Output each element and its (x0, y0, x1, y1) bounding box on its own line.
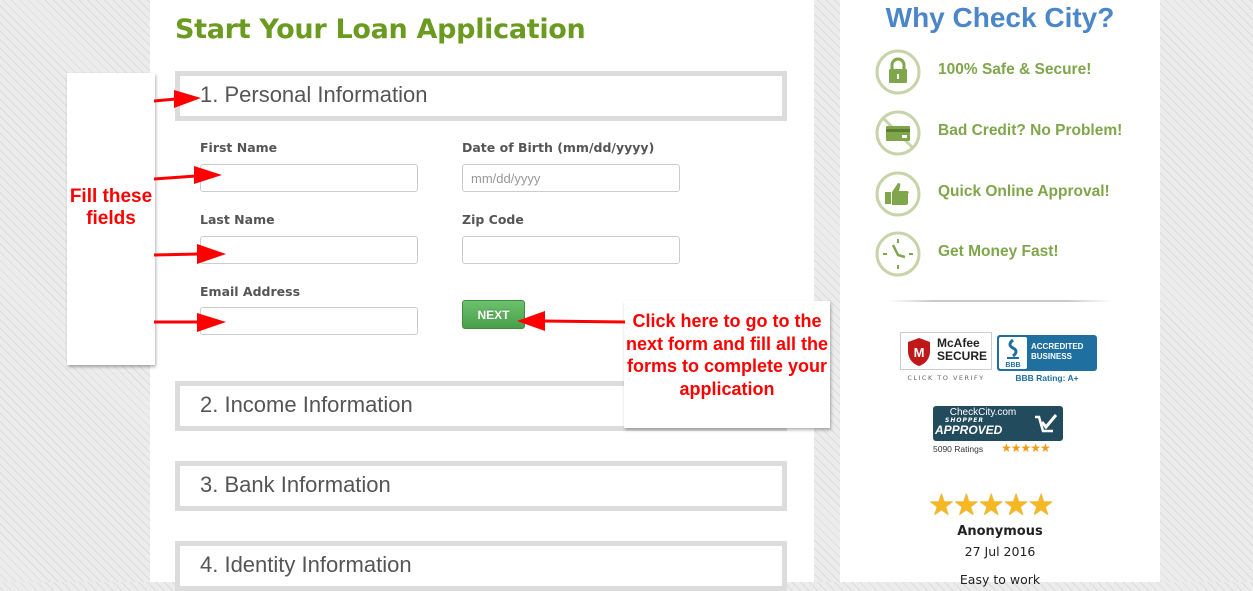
section-identity-information[interactable]: 4. Identity Information (175, 541, 787, 591)
shopper-ratings-count: 5090 Ratings (933, 444, 984, 454)
shopper-approved-badge[interactable]: CheckCity.com SHOPPER APPROVED 5090 Rati… (933, 406, 1063, 458)
mcafee-shield-icon: M (908, 338, 930, 366)
shopper-main: APPROVED (935, 423, 1003, 437)
why-check-city-sidebar: Why Check City? 100% Safe & Secure! Bad … (840, 0, 1160, 587)
dob-input[interactable] (462, 164, 680, 192)
feature-label: Get Money Fast! (938, 243, 1059, 260)
first-name-input[interactable] (200, 164, 418, 192)
zip-code-label: Zip Code (462, 212, 524, 227)
application-panel: Start Your Loan Application 1. Personal … (150, 0, 814, 591)
last-name-label: Last Name (200, 212, 275, 227)
credit-card-icon (875, 110, 921, 156)
email-input[interactable] (200, 307, 418, 335)
section-personal-information[interactable]: 1. Personal Information (175, 71, 787, 121)
mcafee-name: McAfee SECURE (937, 336, 988, 363)
review-stars: ★★★★★ (928, 488, 1054, 523)
lock-icon (875, 49, 921, 95)
mcafee-secure-badge[interactable]: M McAfee SECURE CLICK TO VERIFY (900, 332, 992, 384)
first-name-label: First Name (200, 140, 278, 155)
dob-label: Date of Birth (mm/dd/yyyy) (462, 140, 655, 155)
arrow-right-icon (154, 313, 226, 332)
fill-fields-text: Fill these fields (69, 186, 153, 229)
mcafee-verify-text: CLICK TO VERIFY (907, 374, 985, 382)
section-label: 3. Bank Information (200, 472, 391, 497)
section-bank-information[interactable]: 3. Bank Information (175, 461, 787, 511)
arrow-right-icon (154, 244, 226, 264)
clock-icon (875, 231, 921, 277)
bbb-torch-icon: BBB (1005, 338, 1021, 369)
review-date: 27 Jul 2016 (964, 544, 1036, 559)
arrow-right-icon (154, 90, 201, 108)
shopper-stars: ★★★★★ (1001, 441, 1051, 455)
email-label: Email Address (200, 284, 301, 299)
bbb-rating: BBB Rating: A+ (1015, 373, 1079, 383)
last-name-input[interactable] (200, 236, 418, 264)
arrow-left-icon (517, 311, 625, 331)
click-next-callout: Click here to go to the next form and fi… (624, 301, 830, 428)
review-text: Easy to work (959, 572, 1041, 587)
shopper-box: CheckCity.com SHOPPER APPROVED (933, 406, 1063, 441)
bbb-box: BBB ACCREDITED BUSINESS (997, 335, 1097, 371)
svg-text:M: M (914, 345, 925, 360)
reviewer-name: Anonymous (957, 524, 1043, 539)
zip-code-input[interactable] (462, 236, 680, 264)
section-label: 1. Personal Information (200, 82, 428, 107)
bbb-logo: BBB (999, 337, 1027, 369)
mcafee-box: M McAfee SECURE (900, 332, 992, 370)
arrow-right-icon (154, 166, 222, 184)
page-title: Start Your Loan Application (175, 14, 586, 45)
bbb-text: ACCREDITED BUSINESS (1031, 342, 1084, 361)
fill-fields-callout: Fill these fields (67, 73, 155, 365)
shopper-cart-check-icon (1035, 414, 1058, 433)
sidebar-divider (888, 300, 1112, 302)
bbb-accredited-badge[interactable]: BBB ACCREDITED BUSINESS BBB Rating: A+ (997, 335, 1097, 385)
svg-text:BBB: BBB (1005, 362, 1020, 369)
feature-label: Quick Online Approval! (938, 183, 1110, 200)
section-label: 4. Identity Information (200, 552, 412, 577)
feature-label: 100% Safe & Secure! (938, 61, 1092, 78)
section-label: 2. Income Information (200, 392, 413, 417)
click-next-text: Click here to go to the next form and fi… (625, 311, 829, 399)
feature-label: Bad Credit? No Problem! (938, 122, 1123, 139)
sidebar-title: Why Check City? (885, 2, 1115, 33)
thumbs-up-icon (875, 171, 921, 217)
